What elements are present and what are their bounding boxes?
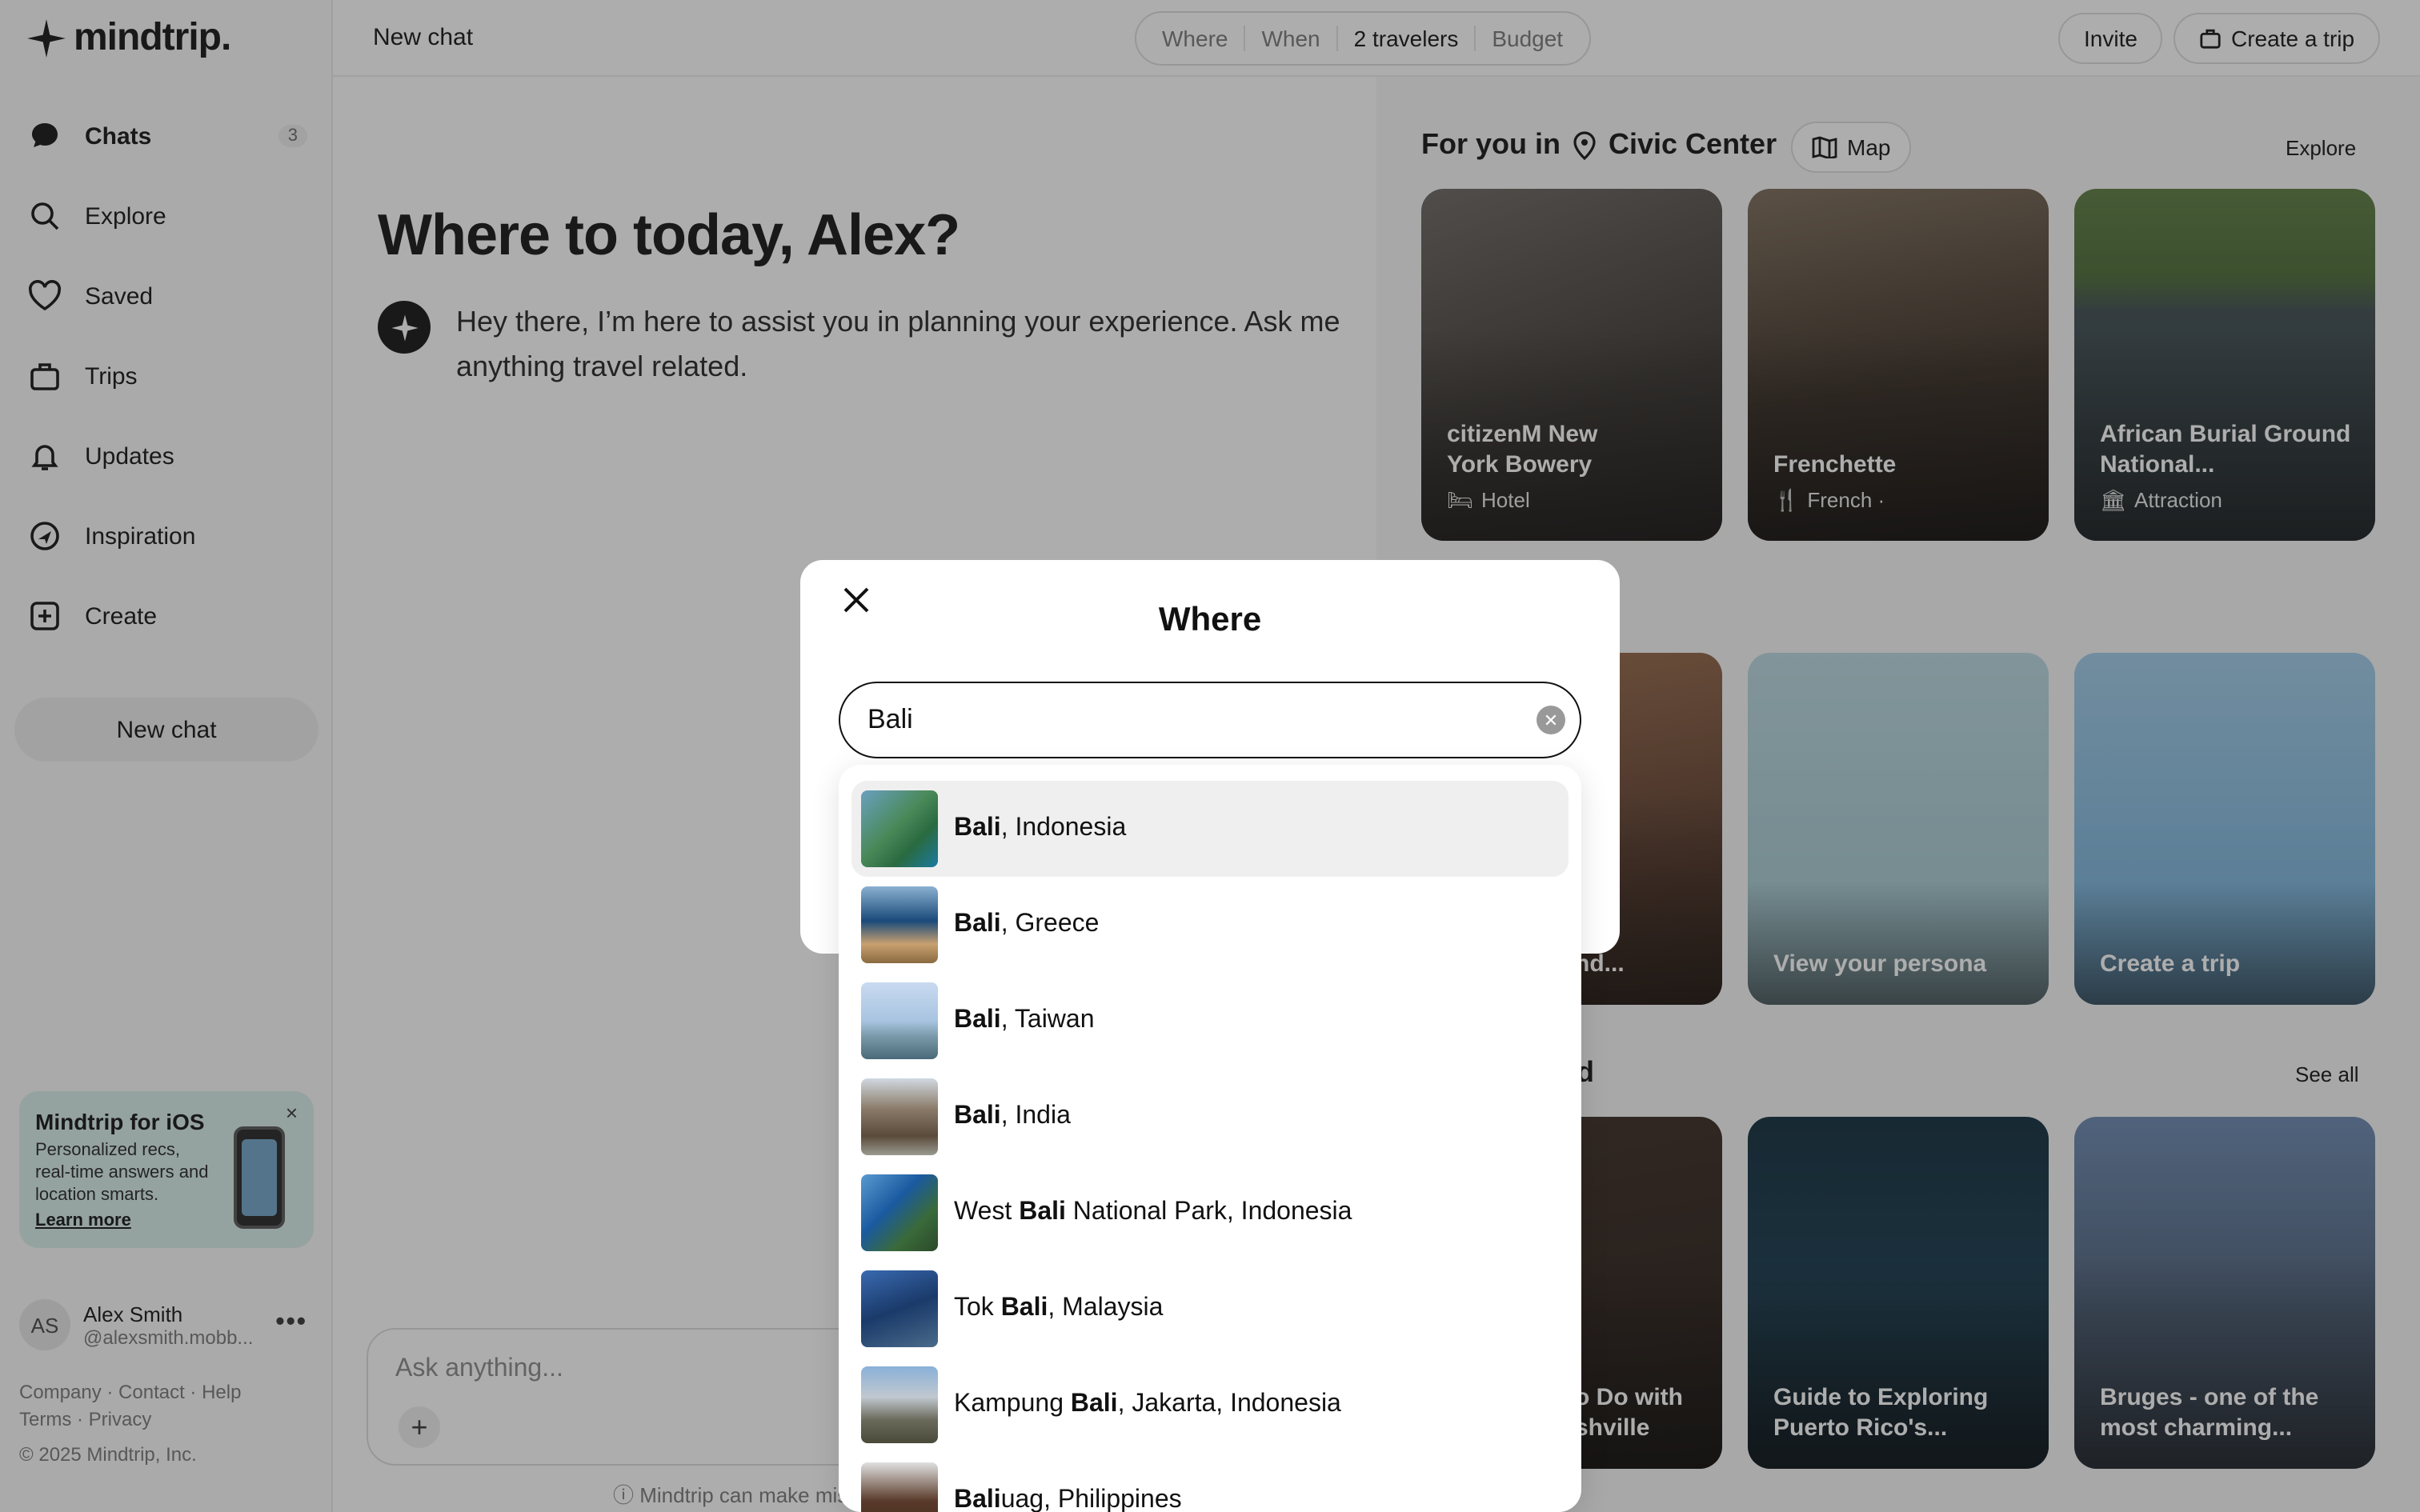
suggestion-label: Bali, Taiwan [954,1006,1095,1034]
place-thumbnail [861,790,938,867]
suggestion-item[interactable]: Bali, Greece [851,877,1569,973]
suggestion-item[interactable]: Baliuag, Philippines [851,1453,1569,1512]
suggestion-item[interactable]: West Bali National Park, Indonesia [851,1165,1569,1261]
place-thumbnail [861,1462,938,1512]
suggestion-item[interactable]: Tok Bali, Malaysia [851,1261,1569,1357]
place-thumbnail [861,1366,938,1443]
suggestion-item[interactable]: Kampung Bali, Jakarta, Indonesia [851,1357,1569,1453]
search-value: Bali [867,704,913,734]
suggestion-label: Bali, Indonesia [954,814,1127,842]
place-thumbnail [861,982,938,1059]
clear-input-button[interactable]: ✕ [1537,706,1565,734]
suggestion-item[interactable]: Bali, India [851,1069,1569,1165]
suggestion-label: Bali, Greece [954,910,1100,938]
place-thumbnail [861,1078,938,1155]
suggestion-label: West Bali National Park, Indonesia [954,1198,1352,1226]
suggestion-item[interactable]: Bali, Indonesia [851,781,1569,877]
place-thumbnail [861,886,938,963]
suggestion-label: Kampung Bali, Jakarta, Indonesia [954,1390,1341,1418]
suggestion-label: Tok Bali, Malaysia [954,1294,1164,1322]
suggestion-label: Bali, India [954,1102,1071,1130]
suggestions-dropdown: Bali, Indonesia Bali, Greece Bali, Taiwa… [839,765,1581,1512]
suggestion-label: Baliuag, Philippines [954,1486,1182,1512]
place-thumbnail [861,1270,938,1347]
suggestion-item[interactable]: Bali, Taiwan [851,973,1569,1069]
place-thumbnail [861,1174,938,1251]
modal-title: Where [1158,602,1262,638]
destination-search-input[interactable]: Bali ✕ [839,682,1581,758]
